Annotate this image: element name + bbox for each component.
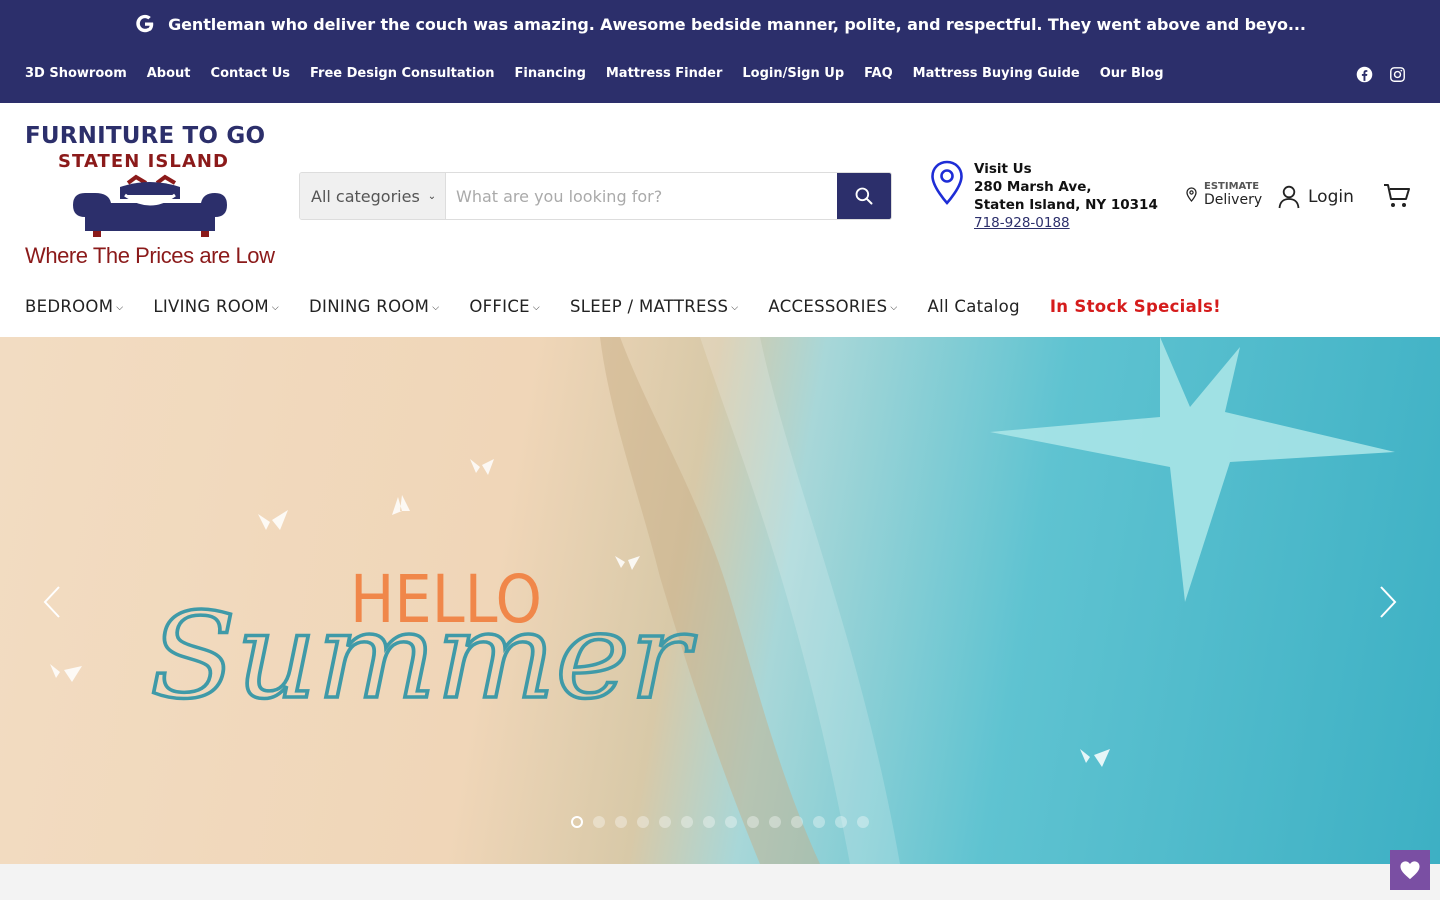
- hero-summer-text: Summer: [150, 587, 697, 702]
- slider-dot[interactable]: [857, 816, 869, 828]
- cart-icon: [1384, 184, 1410, 207]
- nav-label-office: OFFICE: [469, 297, 530, 316]
- util-link-3d-showroom[interactable]: 3D Showroom: [25, 66, 127, 81]
- utility-nav: 3D Showroom About Contact Us Free Design…: [25, 66, 1164, 81]
- estimate-small-label: ESTIMATE: [1204, 181, 1260, 192]
- small-pin-icon: [1186, 187, 1197, 202]
- slider-dot[interactable]: [571, 816, 583, 828]
- slider-dot[interactable]: [747, 816, 759, 828]
- nav-label-accessories: ACCESSORIES: [768, 297, 888, 316]
- chevron-down-icon: ⌵: [731, 303, 739, 313]
- nav-label-bedroom: BEDROOM: [25, 297, 114, 316]
- logo-line1: FURNITURE TO GO: [25, 123, 265, 149]
- util-link-financing[interactable]: Financing: [515, 66, 586, 81]
- nav-label-dining-room: DINING ROOM: [309, 297, 430, 316]
- category-select-label: All categories: [311, 186, 420, 206]
- util-link-login-signup[interactable]: Login/Sign Up: [742, 66, 844, 81]
- search-icon: [855, 187, 873, 205]
- visit-address-line1: 280 Marsh Ave,: [974, 179, 1092, 195]
- slider-dot[interactable]: [703, 816, 715, 828]
- site-header: FURNITURE TO GO STATEN ISLAND Where The …: [0, 103, 1440, 337]
- user-icon: [1278, 185, 1300, 209]
- location-pin-icon: [931, 160, 963, 205]
- hero-headline: HELLO Summer: [148, 561, 699, 702]
- slider-dot[interactable]: [813, 816, 825, 828]
- nav-item-living-room[interactable]: LIVING ROOM ⌵: [153, 297, 279, 316]
- visit-address-line2: Staten Island, NY 10314: [974, 197, 1158, 213]
- slider-dots: [571, 816, 869, 828]
- login-button[interactable]: Login: [1278, 185, 1354, 209]
- main-nav: BEDROOM ⌵ LIVING ROOM ⌵ DINING ROOM ⌵ OFFIC…: [25, 297, 1221, 316]
- search-input[interactable]: [446, 173, 837, 219]
- store-location: Visit Us 280 Marsh Ave, Staten Island, N…: [930, 160, 1158, 232]
- google-icon: [136, 14, 154, 33]
- nav-label-living-room: LIVING ROOM: [153, 297, 269, 316]
- util-link-contact[interactable]: Contact Us: [211, 66, 290, 81]
- social-links: [1356, 66, 1406, 83]
- top-bar: Gentleman who deliver the couch was amaz…: [0, 0, 1440, 103]
- review-announcement[interactable]: Gentleman who deliver the couch was amaz…: [0, 0, 1440, 48]
- slider-dot[interactable]: [615, 816, 627, 828]
- slider-dot[interactable]: [835, 816, 847, 828]
- nav-item-all-catalog[interactable]: All Catalog: [927, 297, 1019, 316]
- nav-item-bedroom[interactable]: BEDROOM ⌵: [25, 297, 123, 316]
- chevron-down-icon: ⌵: [890, 303, 898, 313]
- logo-line2: STATEN ISLAND: [58, 151, 228, 172]
- wishlist-button[interactable]: [1390, 850, 1430, 890]
- chevron-down-icon: ⌵: [432, 303, 440, 313]
- store-logo[interactable]: FURNITURE TO GO STATEN ISLAND Where The …: [25, 121, 277, 271]
- hero-slider: HELLO Summer: [0, 337, 1440, 864]
- util-link-mattress-finder[interactable]: Mattress Finder: [606, 66, 723, 81]
- arrow-right-icon[interactable]: [1378, 585, 1398, 619]
- arrow-left-icon[interactable]: [42, 585, 62, 619]
- logo-tagline: Where The Prices are Low: [25, 243, 275, 268]
- search-button[interactable]: [837, 173, 891, 219]
- search-bar: All categories ⌄: [299, 172, 892, 220]
- estimate-big-label: Delivery: [1204, 192, 1263, 208]
- cart-button[interactable]: [1383, 183, 1411, 214]
- store-phone-link[interactable]: 718-928-0188: [974, 214, 1158, 232]
- facebook-icon[interactable]: [1356, 66, 1373, 83]
- chevron-down-icon: ⌵: [532, 303, 541, 313]
- chevron-down-icon: ⌵: [271, 303, 280, 313]
- util-link-design-consultation[interactable]: Free Design Consultation: [310, 66, 495, 81]
- nav-item-accessories[interactable]: ACCESSORIES ⌵: [768, 297, 897, 316]
- util-link-buying-guide[interactable]: Mattress Buying Guide: [913, 66, 1080, 81]
- sofa-icon: [73, 174, 227, 237]
- category-select[interactable]: All categories ⌄: [300, 173, 446, 219]
- starfish-image: [990, 337, 1395, 602]
- heart-icon: [1400, 861, 1420, 880]
- nav-label-sleep: SLEEP / MATTRESS: [570, 297, 729, 316]
- slider-dot[interactable]: [725, 816, 737, 828]
- slider-dot[interactable]: [769, 816, 781, 828]
- nav-item-sleep-mattress[interactable]: SLEEP / MATTRESS ⌵: [570, 297, 738, 316]
- chevron-down-icon: ⌵: [116, 303, 124, 313]
- slider-dot[interactable]: [637, 816, 649, 828]
- chevron-down-icon: ⌄: [427, 190, 437, 202]
- nav-item-dining-room[interactable]: DINING ROOM ⌵: [309, 297, 439, 316]
- slider-dot[interactable]: [659, 816, 671, 828]
- visit-label: Visit Us: [974, 161, 1032, 177]
- estimate-delivery[interactable]: ESTIMATE Delivery: [1186, 181, 1262, 208]
- instagram-icon[interactable]: [1389, 66, 1406, 83]
- login-label: Login: [1308, 187, 1354, 207]
- slider-dot[interactable]: [791, 816, 803, 828]
- util-link-faq[interactable]: FAQ: [864, 66, 893, 81]
- util-link-about[interactable]: About: [147, 66, 191, 81]
- slider-dot[interactable]: [681, 816, 693, 828]
- slider-dot[interactable]: [593, 816, 605, 828]
- util-link-blog[interactable]: Our Blog: [1100, 66, 1164, 81]
- review-text: Gentleman who deliver the couch was amaz…: [168, 14, 1306, 34]
- nav-item-office[interactable]: OFFICE ⌵: [469, 297, 540, 316]
- nav-item-in-stock-specials[interactable]: In Stock Specials!: [1050, 297, 1221, 316]
